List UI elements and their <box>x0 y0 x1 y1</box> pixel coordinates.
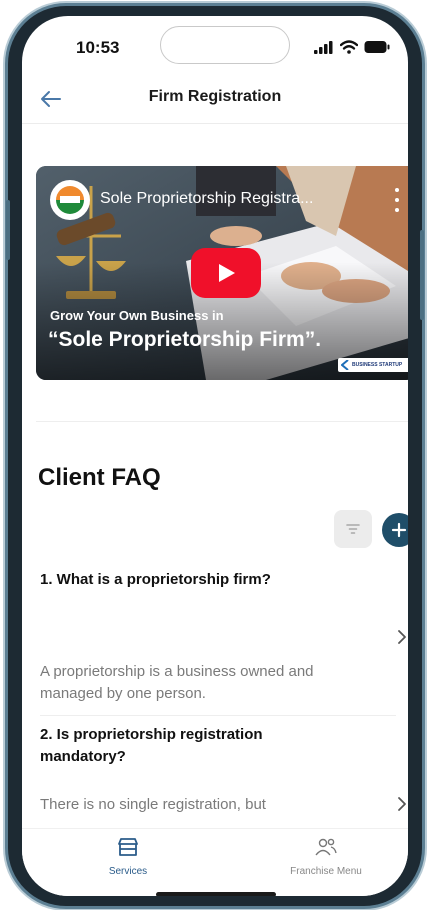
video-brand-logo: BUSINESS STARTUP <box>338 358 408 372</box>
signal-icon <box>314 41 333 54</box>
video-more-button[interactable] <box>392 188 402 212</box>
filter-icon <box>346 524 360 534</box>
play-icon <box>219 264 235 282</box>
divider <box>40 715 396 716</box>
page-title: Firm Registration <box>148 88 282 105</box>
nav-label-franchise-menu: Franchise Menu <box>290 866 362 877</box>
faq-answer: A proprietorship is a business owned and… <box>40 661 314 705</box>
channel-avatar[interactable] <box>50 180 90 220</box>
divider <box>36 421 408 422</box>
faq-question-line: mandatory? <box>40 748 126 765</box>
faq-answer: There is no single registration, but <box>40 794 266 816</box>
faq-answer-line: managed by one person. <box>40 685 206 702</box>
faq-answer-line: A proprietorship is a business owned and <box>40 663 314 680</box>
nav-item-franchise-menu[interactable]: Franchise Menu <box>276 837 376 877</box>
faq-item[interactable]: 1. What is a proprietorship firm? A prop… <box>40 569 406 709</box>
status-icons <box>314 40 390 54</box>
play-button[interactable] <box>191 248 261 298</box>
faq-question: 2. Is proprietorship registration mandat… <box>40 724 396 768</box>
nav-label-services: Services <box>108 866 148 877</box>
plus-icon <box>391 522 407 538</box>
dynamic-island <box>160 26 290 64</box>
faq-item[interactable]: 2. Is proprietorship registration mandat… <box>40 724 406 828</box>
video-subtitle: Grow Your Own Business in <box>50 308 224 323</box>
video-headline: “Sole Proprietorship Firm”. <box>48 328 322 351</box>
video-brand-text: BUSINESS STARTUP <box>352 362 403 368</box>
chevron-right-icon[interactable] <box>394 629 408 645</box>
app-screen: 10:53 Firm Registration Sole Proprietors… <box>22 16 408 896</box>
more-dot <box>395 208 399 212</box>
faq-question-line: 2. Is proprietorship registration <box>40 726 263 743</box>
more-dot <box>395 188 399 192</box>
wifi-icon <box>340 40 358 54</box>
status-time: 10:53 <box>76 38 120 57</box>
battery-icon <box>364 41 390 53</box>
people-icon <box>315 838 337 856</box>
channel-logo-icon <box>52 182 88 218</box>
video-player[interactable]: Sole Proprietorship Registra... Grow You… <box>36 166 408 380</box>
more-dot <box>395 198 399 202</box>
nav-item-services[interactable]: Services <box>78 837 178 877</box>
faq-section-title: Client FAQ <box>38 464 161 491</box>
chevron-right-icon[interactable] <box>394 796 408 812</box>
brand-chevron-icon <box>341 360 349 370</box>
phone-side-button <box>6 200 10 260</box>
phone-side-button <box>420 230 424 320</box>
faq-question: 1. What is a proprietorship firm? <box>40 571 271 588</box>
filter-button[interactable] <box>334 510 372 548</box>
store-icon <box>118 838 138 856</box>
add-faq-button[interactable] <box>382 513 408 547</box>
bottom-nav: Services Franchise Menu <box>22 828 408 896</box>
faq-answer-line: There is no single registration, but <box>40 796 266 813</box>
app-header: Firm Registration <box>22 74 408 124</box>
video-title[interactable]: Sole Proprietorship Registra... <box>100 190 350 208</box>
home-indicator[interactable] <box>156 892 276 896</box>
